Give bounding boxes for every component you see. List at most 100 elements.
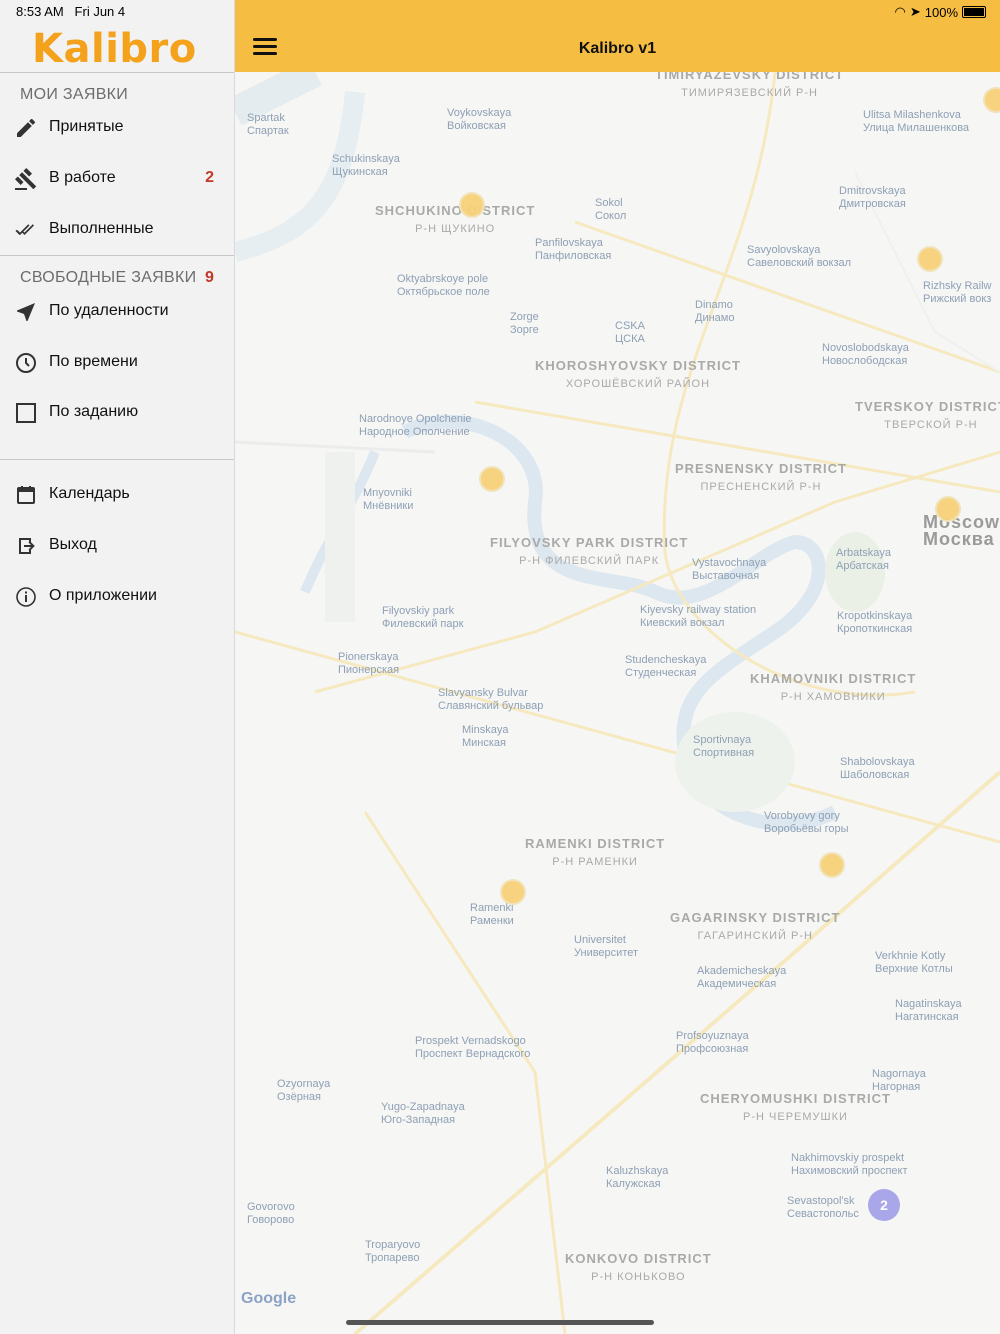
city-label: Moscow Москва: [923, 512, 1000, 549]
map-label: Dmitrovskaya Дмитровская: [839, 185, 906, 210]
district-label: TVERSKOY DISTRICT ТВЕРСКОЙ Р-Н: [855, 399, 1000, 431]
menu-item-accepted[interactable]: Принятые: [0, 106, 234, 150]
menu-item-label: По заданию: [49, 403, 139, 420]
menu-item-about[interactable]: О приложении: [0, 575, 234, 619]
menu-item-by-task[interactable]: По заданию: [0, 391, 234, 435]
location-arrow-icon: [17, 303, 35, 321]
section-my-requests: МОИ ЗАЯВКИ: [20, 86, 129, 103]
map-label: Govorovo Говорово: [247, 1201, 295, 1226]
map-label: Troparyovo Тропарево: [365, 1239, 421, 1264]
logo-text: Kalibro: [32, 26, 197, 72]
district-label: KHAMOVNIKI DISTRICT Р-Н ХАМОВНИКИ: [750, 671, 917, 703]
map-marker[interactable]: [479, 466, 505, 492]
divider: [0, 459, 234, 460]
map-cluster-marker[interactable]: 2: [868, 1189, 900, 1221]
menu-item-label: Выполненные: [49, 220, 154, 237]
menu-item-completed[interactable]: Выполненные: [0, 208, 234, 252]
map-label: Dinamo Динамо: [695, 299, 735, 324]
pencil-icon: [17, 118, 35, 137]
map-label: Slavyansky Bulvar Славянский бульвар: [438, 687, 544, 712]
map-label: Sportivnaya Спортивная: [693, 734, 755, 759]
map-label: Yugo-Zapadnaya Юго-Западная: [381, 1101, 465, 1126]
menu-item-by-distance[interactable]: По удаленности: [0, 290, 234, 334]
map-label: Narodnoye Opolchenie Народное Ополчение: [359, 413, 472, 438]
map-label: Prospekt Vernadskogo Проспект Вернадского: [415, 1035, 531, 1060]
gavel-icon: [15, 168, 37, 190]
calendar-icon: [17, 486, 35, 504]
map-label: Arbatskaya Арбатская: [836, 547, 892, 572]
district-label: PRESNENSKY DISTRICT ПРЕСНЕНСКИЙ Р-Н: [675, 461, 847, 493]
map-marker[interactable]: [935, 496, 961, 522]
menu-item-label: Выход: [49, 536, 97, 553]
map-label: Panfilovskaya Панфиловская: [535, 237, 612, 262]
section-free-requests: СВОБОДНЫЕ ЗАЯВКИ: [20, 269, 197, 286]
menu-item-logout[interactable]: Выход: [0, 524, 234, 568]
map-label: CSKA ЦСКА: [615, 320, 645, 345]
battery-percent: 100%: [924, 4, 958, 20]
map-marker[interactable]: [917, 246, 943, 272]
map-label: Ramenki Раменки: [470, 902, 514, 927]
map-label: Ulitsa Milashenkova Улица Милашенкова: [863, 109, 970, 134]
district-label: KHOROSHYOVSKY DISTRICT ХОРОШЁВСКИЙ РАЙОН: [535, 358, 741, 390]
count-badge: 2: [205, 169, 214, 186]
status-time-date: 8:53 AM Fri Jun 4: [16, 4, 125, 19]
menu-item-label: По удаленности: [49, 302, 169, 319]
map-label: Minskaya Минская: [462, 724, 509, 749]
map-marker[interactable]: [819, 852, 845, 878]
square-icon: [16, 403, 36, 423]
map-label: Rizhsky Railw Рижский вокз: [923, 280, 992, 305]
divider: [0, 255, 234, 256]
map-label: Kiyevsky railway station Киевский вокзал: [640, 604, 757, 629]
map-label: Savyolovskaya Савеловский вокзал: [747, 244, 852, 269]
map-label: Schukinskaya Щукинская: [332, 153, 400, 178]
menu-item-calendar[interactable]: Календарь: [0, 473, 234, 517]
menu-item-label: О приложении: [49, 587, 157, 604]
map-label: Pionerskaya Пионерская: [338, 651, 400, 676]
status-date: Fri Jun 4: [74, 4, 126, 19]
battery-icon: [962, 6, 986, 18]
menu-item-label: Принятые: [49, 118, 124, 135]
map-label: Vorobyovy gory Воробьёвы горы: [764, 810, 849, 835]
page-title: Kalibro v1: [578, 40, 657, 57]
map-label: Filyovskiy park Филевский парк: [382, 605, 464, 630]
map-label: Vystavochnaya Выставочная: [692, 557, 767, 582]
menu-item-by-time[interactable]: По времени: [0, 341, 234, 385]
map-label: Akademicheskaya Академическая: [697, 965, 787, 990]
navigation-bar: Kalibro v1 ◠ ➤ 100%: [235, 0, 1000, 72]
district-label: GAGARINSKY DISTRICT ГАГАРИНСКИЙ Р-Н: [670, 910, 841, 942]
logout-icon: [19, 538, 35, 554]
map-label: Kropotkinskaya Кропоткинская: [837, 610, 913, 635]
free-requests-count: 9: [205, 269, 214, 286]
map-view[interactable]: Spartak Спартак Voykovskaya Войковская Sch…: [235, 72, 1000, 1334]
map-label: Oktyabrskoye pole Октябрьское поле: [397, 273, 490, 298]
google-logo: Google: [241, 1290, 297, 1307]
home-indicator: [346, 1320, 654, 1325]
menu-item-label: Календарь: [49, 485, 130, 502]
map-label: Kaluzhskaya Калужская: [606, 1165, 669, 1190]
district-label: FILYOVSKY PARK DISTRICT Р-Н ФИЛЕВСКИЙ ПАР…: [490, 535, 689, 567]
app-logo: Kalibro: [32, 26, 197, 72]
map-label: Ozyornaya Озёрная: [277, 1078, 331, 1103]
map-label: Nagatinskaya Нагатинская: [895, 998, 962, 1023]
info-icon: [16, 587, 36, 607]
map-marker[interactable]: [500, 879, 526, 905]
district-label: CHERYOMUSHKI DISTRICT Р-Н ЧЕРЕМУШКИ: [700, 1091, 891, 1123]
district-label: RAMENKI DISTRICT Р-Н РАМЕНКИ: [525, 836, 666, 868]
map-label: Voykovskaya Войковская: [447, 107, 512, 132]
side-menu: 8:53 AM Fri Jun 4 Kalibro МОИ ЗАЯВКИ При…: [0, 0, 235, 1334]
map-label: Mnyovniki Мнёвники: [363, 487, 414, 512]
status-time: 8:53 AM: [16, 4, 64, 19]
wifi-icon: ◠: [894, 4, 906, 19]
district-label: KONKOVO DISTRICT Р-Н КОНЬКОВО: [565, 1251, 712, 1283]
map-label: Shabolovskaya Шаболовская: [840, 756, 915, 781]
district-label: SHCHUKINO DISTRICT Р-Н ЩУКИНО: [375, 203, 536, 235]
map-label: Spartak Спартак: [247, 112, 289, 137]
map-label: Verkhnie Kotly Верхние Котлы: [875, 950, 953, 975]
map-label: Nakhimovskiy prospekt Нахимовский проспек…: [791, 1152, 908, 1177]
district-label: TIMIRYAZEVSKY DISTRICT ТИМИРЯЗЕВСКИЙ Р-Н: [655, 72, 845, 99]
menu-item-in-progress[interactable]: В работе 2: [0, 157, 234, 201]
map-marker[interactable]: [459, 192, 485, 218]
status-indicators: ◠ ➤ 100%: [894, 4, 986, 20]
divider: [0, 72, 234, 73]
map-label: Profsoyuznaya Профсоюзная: [676, 1030, 749, 1055]
